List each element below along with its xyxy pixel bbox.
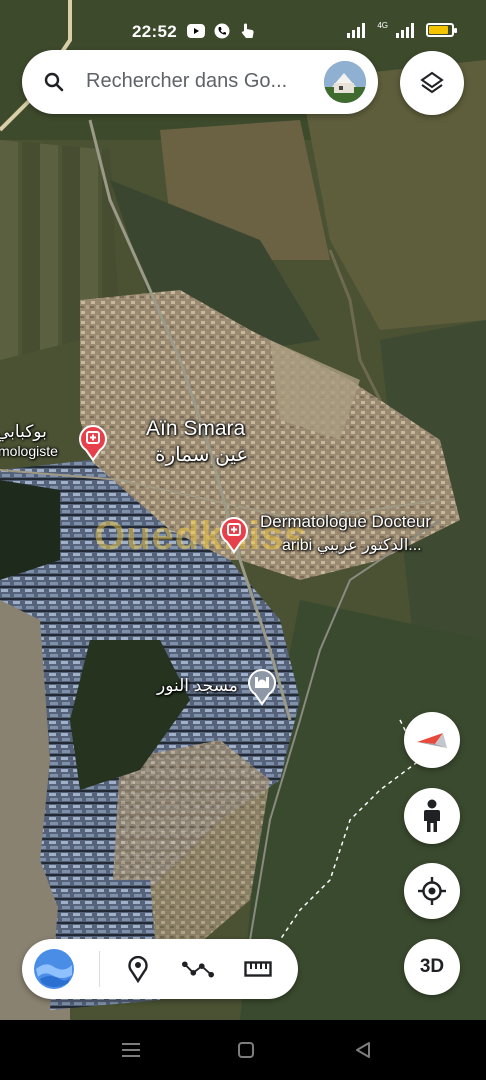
- dermatologue-pin-icon[interactable]: [218, 514, 250, 554]
- my-location-button[interactable]: [404, 863, 460, 919]
- back-icon: [356, 1042, 370, 1058]
- compass-button[interactable]: [404, 712, 460, 768]
- street-view-button[interactable]: [404, 788, 460, 844]
- search-bar[interactable]: Rechercher dans Go...: [22, 50, 378, 114]
- menu-icon: [122, 1043, 140, 1057]
- toolbar-divider: [99, 951, 100, 987]
- ruler-icon: [244, 961, 272, 977]
- layers-icon: [420, 71, 444, 94]
- map-imagery: [0, 0, 486, 1020]
- battery-icon: [426, 23, 457, 37]
- draw-path-button[interactable]: [182, 953, 214, 985]
- signal-2-icon: [396, 23, 414, 38]
- search-icon[interactable]: [42, 70, 66, 94]
- menu-button[interactable]: [119, 1038, 143, 1062]
- satellite-map[interactable]: [0, 0, 486, 1020]
- compass-icon: [417, 733, 447, 748]
- phone-app-icon: [212, 22, 232, 40]
- search-input[interactable]: Rechercher dans Go...: [86, 70, 326, 93]
- signal-icon: [347, 23, 366, 38]
- battery-level: [429, 26, 448, 34]
- network-type: 4G: [377, 20, 388, 30]
- 3d-toggle-button[interactable]: 3D: [404, 939, 460, 995]
- system-status: 4G: [347, 20, 457, 38]
- status-bar: 22:52 4G: [0, 0, 486, 56]
- my-location-icon: [418, 877, 446, 905]
- notification-icons: [186, 22, 258, 40]
- mosque-pin-icon[interactable]: [246, 666, 278, 706]
- earth-button[interactable]: [32, 947, 76, 991]
- dermatologue-sublabel[interactable]: aribi الدكتور عريبي...: [282, 535, 422, 555]
- place-label-left-fr[interactable]: mologiste: [0, 443, 58, 459]
- youtube-icon: [186, 22, 206, 40]
- back-button[interactable]: [351, 1038, 375, 1062]
- bottom-toolbar: [22, 939, 298, 999]
- path-icon: [182, 961, 214, 978]
- mosque-label[interactable]: مسجد النور: [157, 676, 238, 696]
- layers-button[interactable]: [400, 51, 464, 115]
- measure-button[interactable]: [242, 953, 274, 985]
- city-label-ar[interactable]: عين سمارة: [155, 442, 248, 467]
- status-time: 22:52: [132, 22, 177, 41]
- home-icon: [238, 1042, 254, 1058]
- hand-icon: [238, 22, 258, 40]
- system-nav-bar: [0, 1020, 486, 1080]
- dermatologue-label[interactable]: Dermatologue Docteur: [260, 512, 431, 532]
- earth-icon: [34, 949, 74, 989]
- avatar[interactable]: [324, 61, 366, 103]
- city-label[interactable]: Aïn Smara: [146, 417, 245, 441]
- place-label-left-ar[interactable]: بوكبابي: [0, 422, 47, 442]
- place-pin-icon[interactable]: [77, 422, 109, 462]
- place-pin-icon: [128, 955, 148, 983]
- add-placemark-button[interactable]: [122, 953, 154, 985]
- pegman-icon: [424, 799, 440, 832]
- home-button[interactable]: [234, 1038, 258, 1062]
